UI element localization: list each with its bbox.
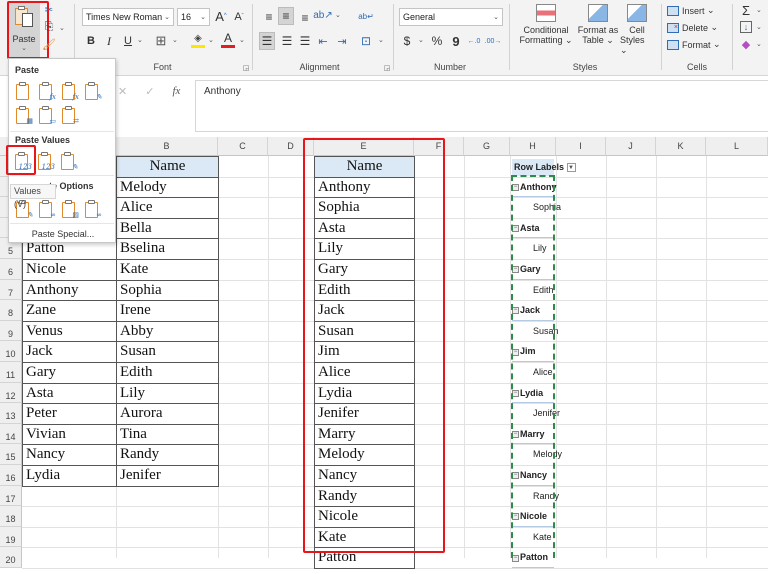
values-tooltip: Values (V)	[10, 184, 56, 209]
gridline	[706, 156, 707, 558]
paste-no-borders-icon[interactable]: ▦	[15, 105, 33, 125]
gridline	[268, 156, 269, 558]
cell-a8[interactable]: Zane	[22, 300, 117, 322]
cell-a6[interactable]: Nicole	[22, 259, 117, 281]
cell-b2[interactable]: Melody	[116, 176, 219, 199]
clear-dropdown-icon[interactable]: ⌄	[756, 40, 762, 48]
row-header-7[interactable]: 7	[0, 279, 22, 301]
number-group-label: Number	[433, 62, 466, 72]
row-header-6[interactable]: 6	[0, 259, 22, 280]
autosum-dropdown-icon[interactable]: ⌄	[756, 6, 762, 14]
paste-values-heading: Paste Values	[15, 135, 71, 145]
format-painter-icon[interactable]: 🖌	[42, 38, 56, 51]
cell-a7[interactable]: Anthony	[22, 279, 117, 302]
row-header-11[interactable]: 11	[0, 362, 22, 383]
pivot-header-label: Row Labels	[514, 162, 565, 172]
row-header-15[interactable]: 15	[0, 444, 22, 465]
paste-keep-source-formatting-icon[interactable]: ✎	[84, 81, 102, 101]
cell-a12[interactable]: Asta	[22, 382, 117, 405]
paste-linked-picture-icon[interactable]: ∞	[84, 199, 102, 219]
cell-b9[interactable]: Abby	[116, 320, 219, 343]
row-header-9[interactable]: 9	[0, 320, 22, 342]
paste-values-highlight	[6, 145, 36, 175]
clear-icon[interactable]: ◆	[740, 38, 752, 51]
cells-group-label: Cells	[686, 62, 707, 72]
cell-b15[interactable]: Randy	[116, 444, 219, 466]
cancel-icon[interactable]: ✕	[118, 85, 127, 98]
formula-bar-buttons: ✕ ✓ fx	[104, 82, 196, 100]
row-header-16[interactable]: 16	[0, 465, 22, 486]
paste-values-source-formatting-icon[interactable]: ✎	[60, 151, 78, 171]
paste-link-icon[interactable]: ∞	[38, 199, 56, 219]
cell-b3[interactable]: Alice	[116, 197, 219, 219]
fill-icon[interactable]: ↓	[740, 21, 752, 33]
cell-a10[interactable]: Jack	[22, 341, 117, 363]
row-header-13[interactable]: 13	[0, 403, 22, 424]
cell-b5[interactable]: Bselina	[116, 238, 219, 260]
cell-a9[interactable]: Venus	[22, 320, 117, 343]
column-header-l[interactable]: L	[706, 137, 768, 156]
row-header-17[interactable]: 17	[0, 485, 22, 507]
cell-a13[interactable]: Peter	[22, 403, 117, 425]
cell-b13[interactable]: Aurora	[116, 403, 219, 425]
paste-keep-column-widths-icon[interactable]: ▭	[38, 105, 56, 125]
row-header-10[interactable]: 10	[0, 341, 22, 362]
column-e-highlight	[303, 138, 445, 553]
column-header-c[interactable]: C	[218, 137, 268, 156]
enter-icon[interactable]: ✓	[145, 85, 154, 98]
styles-group-label: Styles	[572, 62, 598, 72]
cell-b6[interactable]: Kate	[116, 259, 219, 281]
cell-a16[interactable]: Lydia	[22, 465, 117, 487]
row-header-14[interactable]: 14	[0, 423, 22, 445]
pivot-row-labels-header: Row Labels ▼	[512, 159, 576, 176]
column-header-b[interactable]: B	[116, 137, 218, 156]
formula-input[interactable]: Anthony	[195, 80, 768, 132]
cell-b12[interactable]: Lily	[116, 382, 219, 405]
column-header-i[interactable]: I	[556, 137, 606, 156]
cell-b10[interactable]: Susan	[116, 341, 219, 363]
cell-b8[interactable]: Irene	[116, 300, 219, 322]
autosum-button[interactable]: Σ	[740, 3, 752, 18]
alignment-group-label: Alignment	[299, 62, 340, 72]
column-header-j[interactable]: J	[606, 137, 656, 156]
cell-a11[interactable]: Gary	[22, 362, 117, 384]
gridline	[656, 156, 657, 558]
cell-b16[interactable]: Jenifer	[116, 465, 219, 487]
cell-b4[interactable]: Bella	[116, 217, 219, 240]
cell-a14[interactable]: Vivian	[22, 423, 117, 446]
cell-b11[interactable]: Edith	[116, 362, 219, 384]
alignment-dialog-launcher-icon[interactable]: ◲	[383, 64, 391, 72]
gridline	[464, 156, 465, 558]
cell-a15[interactable]: Nancy	[22, 444, 117, 466]
column-header-h[interactable]: H	[510, 137, 556, 156]
column-header-k[interactable]: K	[656, 137, 706, 156]
paste-heading: Paste	[15, 65, 40, 75]
paste-formulas-icon[interactable]: fx	[38, 81, 56, 101]
cell-b14[interactable]: Tina	[116, 423, 219, 446]
row-header-18[interactable]: 18	[0, 506, 22, 527]
copy-icon[interactable]: ⎘	[43, 20, 55, 34]
gridline	[606, 156, 607, 558]
row-header-12[interactable]: 12	[0, 382, 22, 404]
filter-dropdown-icon[interactable]: ▼	[566, 163, 576, 173]
copy-dropdown-icon[interactable]: ⌄	[59, 24, 65, 32]
paste-special-item[interactable]: Paste Special...	[9, 229, 117, 239]
cell-b7[interactable]: Sophia	[116, 279, 219, 302]
paste-formulas-number-formatting-icon[interactable]: fx	[61, 81, 79, 101]
copy-marquee	[511, 175, 555, 558]
insert-function-icon[interactable]: fx	[172, 85, 180, 97]
row-header-19[interactable]: 19	[0, 526, 22, 548]
paste-values-number-formatting-icon[interactable]: 123	[37, 151, 55, 171]
column-header-g[interactable]: G	[464, 137, 510, 156]
row-header-8[interactable]: 8	[0, 300, 22, 321]
cell-b1-header[interactable]: Name	[116, 156, 219, 178]
cut-icon[interactable]: ✂	[43, 4, 55, 16]
fill-dropdown-icon[interactable]: ⌄	[756, 23, 762, 31]
paste-transpose-icon[interactable]: ⇄	[61, 105, 79, 125]
paste-icon[interactable]	[15, 81, 33, 101]
font-dialog-launcher-icon[interactable]: ◲	[242, 64, 250, 72]
paste-picture-icon[interactable]: ▨	[61, 199, 79, 219]
